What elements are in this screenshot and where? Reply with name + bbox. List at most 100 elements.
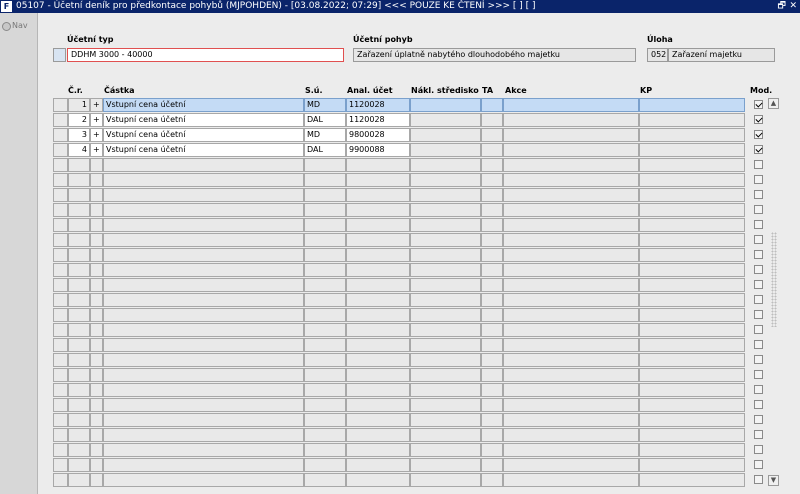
kp-cell[interactable] — [639, 158, 745, 172]
akce-cell[interactable] — [503, 98, 639, 112]
mod-checkbox[interactable] — [754, 385, 763, 394]
sign-cell[interactable] — [90, 413, 103, 427]
typ-indicator-field[interactable] — [53, 48, 66, 62]
anal-ucet-cell[interactable] — [346, 413, 410, 427]
akce-cell[interactable] — [503, 143, 639, 157]
nakl-stredisko-cell[interactable] — [410, 233, 481, 247]
akce-cell[interactable] — [503, 458, 639, 472]
akce-cell[interactable] — [503, 368, 639, 382]
kp-cell[interactable] — [639, 428, 745, 442]
akce-cell[interactable] — [503, 173, 639, 187]
nakl-stredisko-cell[interactable] — [410, 443, 481, 457]
anal-ucet-cell[interactable]: 9800028 — [346, 128, 410, 142]
ta-cell[interactable] — [481, 218, 503, 232]
su-cell[interactable] — [304, 173, 346, 187]
akce-cell[interactable] — [503, 218, 639, 232]
nakl-stredisko-cell[interactable] — [410, 98, 481, 112]
akce-cell[interactable] — [503, 428, 639, 442]
nakl-stredisko-cell[interactable] — [410, 188, 481, 202]
close-window-icon[interactable]: ✕ — [789, 0, 797, 13]
su-cell[interactable] — [304, 248, 346, 262]
su-cell[interactable] — [304, 188, 346, 202]
castka-cell[interactable] — [103, 398, 304, 412]
sign-cell[interactable]: + — [90, 143, 103, 157]
row-number-cell[interactable]: 3 — [68, 128, 90, 142]
castka-cell[interactable]: Vstupní cena účetní — [103, 128, 304, 142]
sign-cell[interactable] — [90, 218, 103, 232]
row-number-cell[interactable] — [68, 158, 90, 172]
anal-ucet-cell[interactable] — [346, 383, 410, 397]
ta-cell[interactable] — [481, 248, 503, 262]
mod-checkbox[interactable] — [754, 130, 763, 139]
mod-checkbox[interactable] — [754, 280, 763, 289]
ta-cell[interactable] — [481, 143, 503, 157]
row-number-cell[interactable] — [68, 308, 90, 322]
castka-cell[interactable] — [103, 218, 304, 232]
row-number-cell[interactable] — [68, 218, 90, 232]
kp-cell[interactable] — [639, 143, 745, 157]
row-indicator-cell[interactable] — [53, 398, 68, 412]
scroll-up-button[interactable]: ▲ — [768, 98, 779, 109]
mod-checkbox[interactable] — [754, 175, 763, 184]
mod-checkbox[interactable] — [754, 430, 763, 439]
anal-ucet-cell[interactable]: 1120028 — [346, 113, 410, 127]
su-cell[interactable] — [304, 263, 346, 277]
mod-checkbox[interactable] — [754, 115, 763, 124]
uloha-code-field[interactable]: 052 — [647, 48, 668, 62]
scroll-down-button[interactable]: ▼ — [768, 475, 779, 486]
kp-cell[interactable] — [639, 368, 745, 382]
row-number-cell[interactable] — [68, 338, 90, 352]
sign-cell[interactable] — [90, 443, 103, 457]
castka-cell[interactable] — [103, 383, 304, 397]
akce-cell[interactable] — [503, 323, 639, 337]
kp-cell[interactable] — [639, 218, 745, 232]
row-indicator-cell[interactable] — [53, 278, 68, 292]
mod-checkbox[interactable] — [754, 295, 763, 304]
ta-cell[interactable] — [481, 443, 503, 457]
su-cell[interactable]: MD — [304, 98, 346, 112]
castka-cell[interactable] — [103, 353, 304, 367]
sign-cell[interactable]: + — [90, 128, 103, 142]
castka-cell[interactable] — [103, 368, 304, 382]
sign-cell[interactable] — [90, 383, 103, 397]
anal-ucet-cell[interactable] — [346, 398, 410, 412]
row-number-cell[interactable] — [68, 188, 90, 202]
su-cell[interactable] — [304, 473, 346, 487]
nakl-stredisko-cell[interactable] — [410, 278, 481, 292]
anal-ucet-cell[interactable] — [346, 173, 410, 187]
su-cell[interactable] — [304, 428, 346, 442]
kp-cell[interactable] — [639, 113, 745, 127]
restore-window-icon[interactable]: 🗗 — [778, 0, 786, 13]
kp-cell[interactable] — [639, 293, 745, 307]
akce-cell[interactable] — [503, 233, 639, 247]
mod-checkbox[interactable] — [754, 250, 763, 259]
kp-cell[interactable] — [639, 98, 745, 112]
sign-cell[interactable] — [90, 398, 103, 412]
su-cell[interactable] — [304, 353, 346, 367]
row-number-cell[interactable] — [68, 368, 90, 382]
sign-cell[interactable] — [90, 233, 103, 247]
row-indicator-cell[interactable] — [53, 113, 68, 127]
nakl-stredisko-cell[interactable] — [410, 173, 481, 187]
row-number-cell[interactable] — [68, 278, 90, 292]
nav-panel[interactable]: Nav — [0, 13, 38, 494]
sign-cell[interactable] — [90, 473, 103, 487]
row-indicator-cell[interactable] — [53, 248, 68, 262]
row-number-cell[interactable] — [68, 383, 90, 397]
nakl-stredisko-cell[interactable] — [410, 458, 481, 472]
row-number-cell[interactable]: 1 — [68, 98, 90, 112]
kp-cell[interactable] — [639, 173, 745, 187]
ta-cell[interactable] — [481, 353, 503, 367]
row-indicator-cell[interactable] — [53, 218, 68, 232]
ta-cell[interactable] — [481, 293, 503, 307]
row-indicator-cell[interactable] — [53, 353, 68, 367]
row-number-cell[interactable] — [68, 203, 90, 217]
sign-cell[interactable] — [90, 353, 103, 367]
akce-cell[interactable] — [503, 263, 639, 277]
row-number-cell[interactable] — [68, 413, 90, 427]
mod-checkbox[interactable] — [754, 145, 763, 154]
castka-cell[interactable] — [103, 263, 304, 277]
ta-cell[interactable] — [481, 473, 503, 487]
nakl-stredisko-cell[interactable] — [410, 353, 481, 367]
akce-cell[interactable] — [503, 383, 639, 397]
